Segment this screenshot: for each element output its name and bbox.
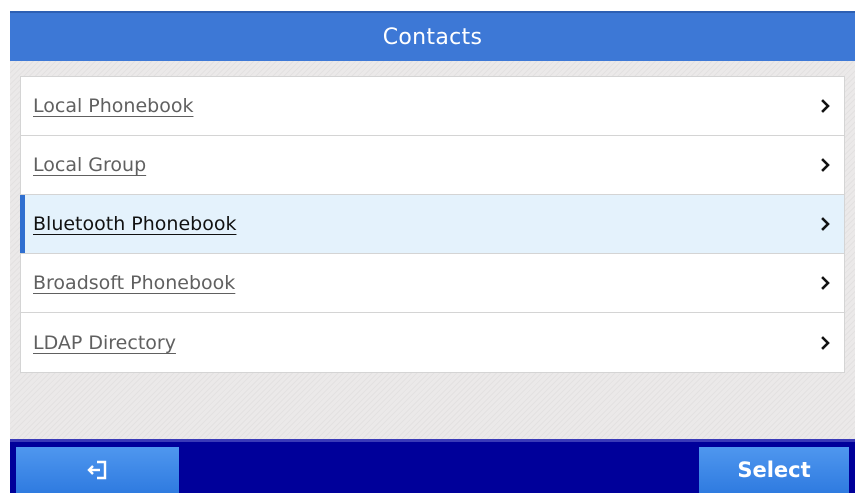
chevron-right-icon bbox=[821, 99, 830, 113]
chevron-right-icon bbox=[821, 276, 830, 290]
chevron-right-icon bbox=[821, 217, 830, 231]
chevron-right-icon bbox=[821, 158, 830, 172]
back-softkey[interactable] bbox=[16, 447, 179, 493]
menu-item-label: LDAP Directory bbox=[33, 331, 176, 354]
title-bar: Contacts bbox=[10, 11, 855, 61]
chevron-right-icon bbox=[821, 335, 830, 350]
menu-item-broadsoft-phonebook[interactable]: Broadsoft Phonebook bbox=[21, 254, 844, 313]
menu-item-label: Local Phonebook bbox=[33, 95, 194, 117]
content-area: Local Phonebook Local Group Bluetooth Ph… bbox=[10, 61, 855, 439]
contacts-menu-list: Local Phonebook Local Group Bluetooth Ph… bbox=[20, 76, 845, 373]
menu-item-bluetooth-phonebook[interactable]: Bluetooth Phonebook bbox=[20, 195, 844, 254]
softkey-bar: Select bbox=[10, 439, 855, 493]
menu-item-local-phonebook[interactable]: Local Phonebook bbox=[21, 77, 844, 136]
exit-icon bbox=[86, 460, 106, 480]
menu-item-label: Local Group bbox=[33, 154, 147, 176]
menu-item-label: Broadsoft Phonebook bbox=[33, 272, 236, 294]
page-title: Contacts bbox=[382, 24, 483, 50]
menu-item-ldap-directory[interactable]: LDAP Directory bbox=[21, 313, 844, 372]
menu-item-local-group[interactable]: Local Group bbox=[21, 136, 844, 195]
select-softkey[interactable]: Select bbox=[699, 447, 849, 493]
phone-screen: Contacts Local Phonebook Local Group Blu… bbox=[10, 11, 855, 493]
menu-item-label: Bluetooth Phonebook bbox=[33, 213, 237, 235]
